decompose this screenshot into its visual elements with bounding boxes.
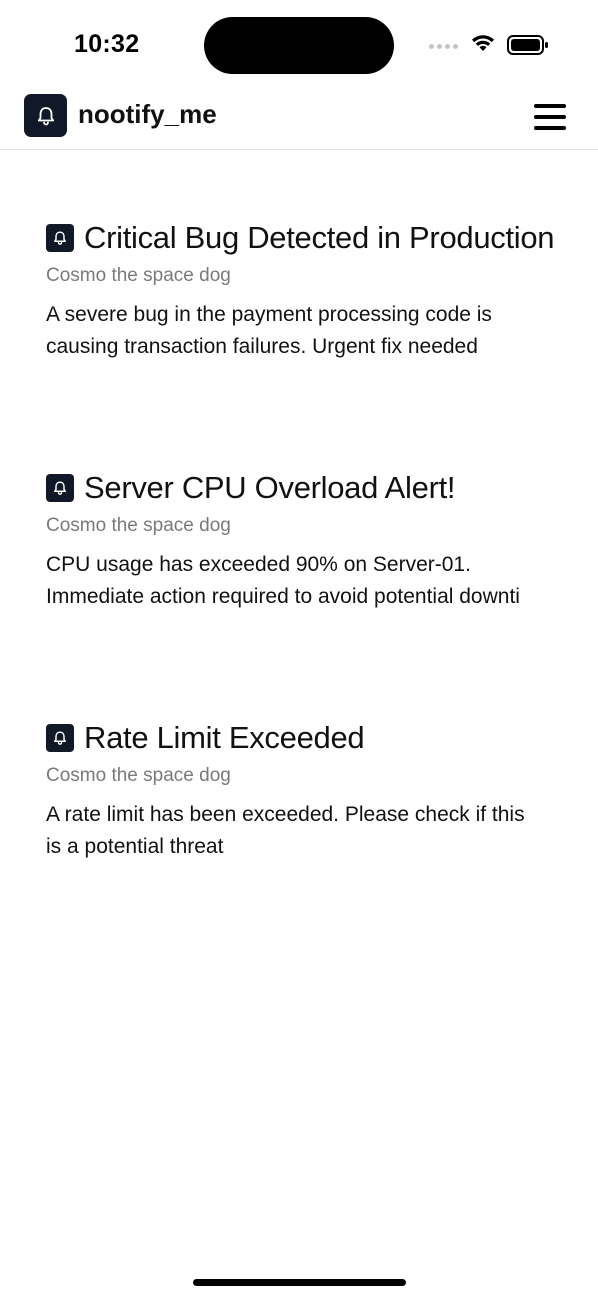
hamburger-menu-icon[interactable] [534, 104, 570, 130]
status-bar: 10:32 [0, 0, 598, 90]
bell-icon [46, 474, 74, 502]
bell-icon [46, 224, 74, 252]
notification-item[interactable]: Rate Limit Exceeded Cosmo the space dog … [46, 718, 586, 863]
notification-body-line: causing transaction failures. Urgent fix… [46, 335, 478, 358]
notification-title: Server CPU Overload Alert! [84, 470, 456, 505]
notification-item[interactable]: Critical Bug Detected in Production Cosm… [46, 218, 586, 363]
notification-title: Rate Limit Exceeded [84, 720, 365, 755]
notification-body-line: A rate limit has been exceeded. Please c… [46, 803, 525, 826]
notification-title: Critical Bug Detected in Production [84, 220, 555, 255]
app-title: nootify_me [78, 99, 217, 129]
notification-body: A severe bug in the payment processing c… [46, 299, 554, 363]
bell-icon [46, 724, 74, 752]
notification-body: A rate limit has been exceeded. Please c… [46, 799, 554, 863]
notification-author: Cosmo the space dog [46, 515, 231, 536]
home-indicator[interactable] [193, 1279, 406, 1286]
notification-author: Cosmo the space dog [46, 265, 231, 286]
battery-icon [507, 35, 548, 55]
notification-body: CPU usage has exceeded 90% on Server-01.… [46, 549, 554, 613]
dynamic-island [204, 17, 394, 74]
wifi-icon [472, 35, 494, 51]
cellular-signal-icon [429, 44, 458, 49]
notification-author: Cosmo the space dog [46, 765, 231, 786]
notification-body-line: Immediate action required to avoid poten… [46, 585, 520, 608]
status-time: 10:32 [74, 30, 140, 58]
bell-icon [37, 106, 54, 125]
notification-body-line: CPU usage has exceeded 90% on Server-01. [46, 553, 471, 576]
notification-item[interactable]: Server CPU Overload Alert! Cosmo the spa… [46, 468, 586, 613]
notification-body-line: A severe bug in the payment processing c… [46, 303, 492, 326]
app-logo[interactable] [24, 94, 67, 137]
notification-body-line: is a potential threat [46, 835, 224, 858]
app-header: nootify_me [0, 90, 598, 150]
